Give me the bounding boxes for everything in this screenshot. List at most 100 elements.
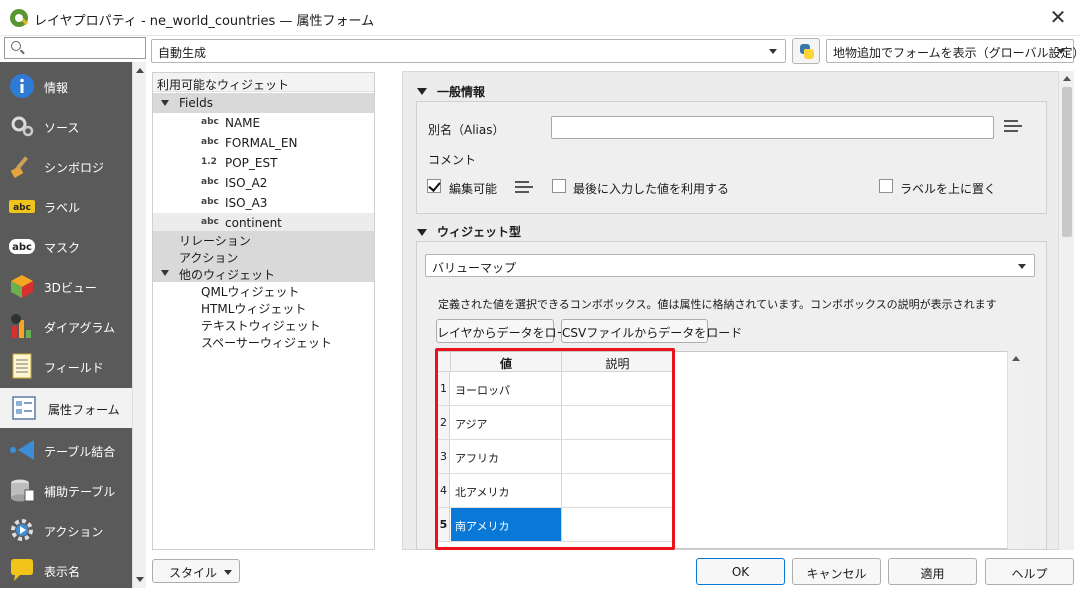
sidebar-item-diagrams[interactable]: ダイアグラム (0, 306, 132, 346)
tree-field-item[interactable]: abc FORMAL_EN (153, 133, 374, 153)
sidebar-scrollbar[interactable] (132, 62, 146, 588)
row-header-corner (438, 352, 451, 372)
config-scrollbar[interactable] (1058, 71, 1074, 550)
tree-node-actions[interactable]: アクション (153, 248, 374, 265)
table-row[interactable]: 2 アジア (438, 406, 674, 440)
form-mode-combo[interactable]: 地物追加でフォームを表示（グローバル設定） (826, 39, 1080, 63)
field-name: continent (225, 216, 282, 230)
sidebar-item-attributes-form[interactable]: 属性フォーム (0, 388, 132, 428)
tree-widget-item[interactable]: テキストウィジェット (153, 316, 374, 333)
tree-node-label: 他のウィジェット (179, 268, 276, 282)
scroll-up-icon[interactable] (136, 68, 144, 73)
column-header-value[interactable]: 値 (451, 352, 562, 372)
sidebar-item-symbology[interactable]: シンボロジ (0, 146, 132, 186)
value-cell[interactable]: 南アメリカ (451, 508, 562, 541)
table-row[interactable]: 4 北アメリカ (438, 474, 674, 508)
alias-label: 別名（Alias） (428, 123, 505, 137)
value-cell[interactable]: ヨーロッパ (451, 372, 562, 405)
sidebar-item-label: ラベル (44, 201, 81, 215)
style-menu-button[interactable]: スタイル (152, 559, 240, 583)
window-title: レイヤプロパティ - ne_world_countries — 属性フォーム (34, 14, 375, 29)
value-map-table: 値 説明 1 ヨーロッパ 2 アジア 3 アフリカ 4 北アメリカ 5 南アメリ… (437, 351, 1023, 549)
alias-input[interactable] (551, 116, 994, 139)
tree-field-item[interactable]: abc ISO_A3 (153, 193, 374, 213)
scroll-thumb[interactable] (1011, 369, 1021, 479)
sidebar-item-3d-view[interactable]: 3Dビュー (0, 266, 132, 306)
sidebar-item-actions[interactable]: アクション (0, 510, 132, 550)
scroll-up-icon[interactable] (1012, 356, 1020, 361)
sidebar-item-label: フィールド (44, 361, 104, 375)
table-scrollbar[interactable] (1007, 351, 1023, 549)
tree-field-item[interactable]: 1.2 POP_EST (153, 153, 374, 173)
tree-node-fields[interactable]: Fields (153, 93, 374, 113)
value-cell[interactable]: 北アメリカ (451, 474, 562, 507)
search-icon (11, 41, 21, 51)
label-on-top-label: ラベルを上に置く (900, 182, 997, 196)
scroll-up-icon[interactable] (1063, 76, 1071, 81)
description-cell[interactable] (562, 372, 673, 405)
chevron-down-icon (1018, 264, 1026, 269)
sidebar-item-label: アクション (44, 525, 104, 539)
data-defined-override-icon[interactable] (1004, 119, 1026, 135)
column-header-description[interactable]: 説明 (562, 352, 674, 372)
sidebar-item-mask[interactable]: abc マスク (0, 226, 132, 266)
description-cell[interactable] (562, 440, 673, 473)
description-cell[interactable] (562, 406, 673, 439)
sidebar-item-labels[interactable]: abc ラベル (0, 186, 132, 226)
value-cell[interactable]: アフリカ (451, 440, 562, 473)
layout-combo[interactable]: 自動生成 (151, 39, 786, 63)
data-defined-override-icon[interactable] (515, 180, 537, 196)
sidebar-item-information[interactable]: 情報 (0, 66, 132, 106)
sidebar-item-source[interactable]: ソース (0, 106, 132, 146)
tree-node-relations[interactable]: リレーション (153, 231, 374, 248)
scroll-down-icon[interactable] (136, 577, 144, 582)
collapse-icon[interactable] (417, 229, 427, 236)
expand-icon[interactable] (161, 100, 169, 106)
label-on-top-checkbox[interactable] (879, 179, 893, 193)
expand-icon[interactable] (161, 270, 169, 276)
field-type-icon: abc (201, 137, 219, 147)
tree-widget-item[interactable]: HTMLウィジェット (153, 299, 374, 316)
nav-search-input[interactable] (4, 37, 146, 59)
widget-type-combo[interactable]: バリューマップ (425, 254, 1035, 277)
svg-text:abc: abc (12, 242, 32, 253)
help-button[interactable]: ヘルプ (985, 558, 1074, 585)
load-from-layer-button[interactable]: レイヤからデータをロード (436, 319, 581, 343)
tree-widget-item[interactable]: スペーサーウィジェット (153, 333, 374, 350)
collapse-icon[interactable] (417, 88, 427, 95)
tree-field-item-selected[interactable]: abc continent (153, 213, 374, 233)
table-row[interactable]: 3 アフリカ (438, 440, 674, 474)
attributes-form-icon (12, 396, 36, 420)
value-cell[interactable]: アジア (451, 406, 562, 439)
tree-node-label: リレーション (179, 234, 251, 248)
tree-widget-item[interactable]: QMLウィジェット (153, 282, 374, 299)
apply-button[interactable]: 適用 (888, 558, 977, 585)
scroll-thumb[interactable] (1062, 87, 1072, 237)
widget-type-section-title: ウィジェット型 (437, 225, 522, 239)
sidebar-item-joins[interactable]: テーブル結合 (0, 430, 132, 470)
python-init-button[interactable] (792, 38, 820, 64)
table-row[interactable]: 1 ヨーロッパ (438, 372, 674, 406)
sidebar-item-display[interactable]: 表示名 (0, 550, 132, 590)
tree-field-item[interactable]: abc ISO_A2 (153, 173, 374, 193)
row-number: 2 (438, 406, 450, 439)
close-button[interactable]: ✕ (1046, 5, 1070, 29)
editable-checkbox[interactable] (427, 179, 441, 193)
sidebar-item-fields[interactable]: フィールド (0, 346, 132, 386)
sidebar-item-auxiliary-storage[interactable]: 補助テーブル (0, 470, 132, 510)
load-from-csv-button[interactable]: CSVファイルからデータをロード (561, 319, 742, 343)
ok-button[interactable]: OK (696, 558, 785, 585)
description-cell[interactable] (562, 508, 673, 541)
tree-header: 利用可能なウィジェット (153, 73, 374, 92)
qgis-logo-icon (10, 9, 28, 27)
tree-node-other-widgets[interactable]: 他のウィジェット (153, 265, 374, 282)
cancel-button[interactable]: キャンセル (792, 558, 881, 585)
tree-field-item[interactable]: abc NAME (153, 113, 374, 133)
table-row-selected[interactable]: 5 南アメリカ (438, 508, 674, 542)
3d-view-icon (11, 275, 33, 298)
reuse-last-value-checkbox[interactable] (552, 179, 566, 193)
description-cell[interactable] (562, 474, 673, 507)
widget-name: スペーサーウィジェット (201, 336, 332, 350)
sidebar-item-label: 補助テーブル (44, 485, 116, 499)
widget-name: HTMLウィジェット (201, 302, 307, 316)
